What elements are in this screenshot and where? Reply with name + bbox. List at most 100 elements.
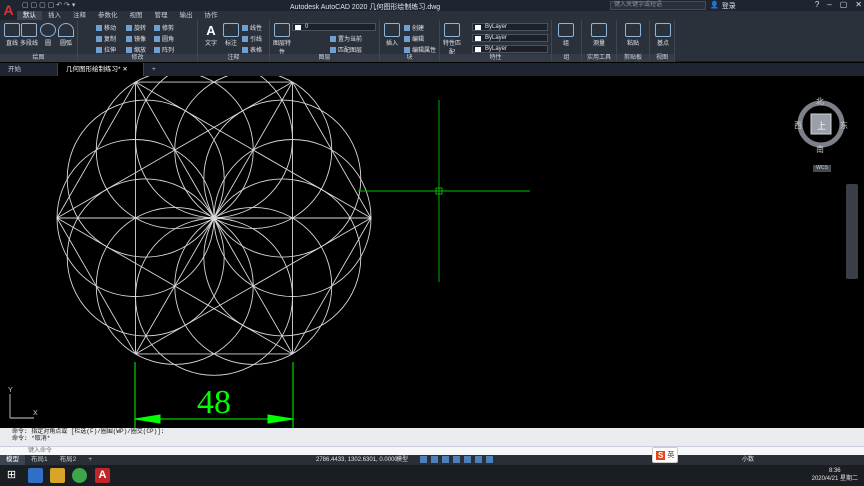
tab-model[interactable]: 模型	[0, 455, 25, 465]
wcs-menu[interactable]: WCS	[813, 165, 831, 172]
rotate-button[interactable]: 旋转	[126, 23, 146, 32]
help-icon[interactable]: ?	[815, 0, 819, 9]
groups-panel-label[interactable]: 组	[552, 54, 581, 62]
tab-view[interactable]: 视图	[124, 11, 149, 20]
ucs-y-label: Y	[8, 387, 13, 394]
tab-start[interactable]: 开始	[0, 63, 58, 76]
view-panel-label[interactable]: 视图	[650, 54, 674, 62]
table-button[interactable]: 表格	[242, 45, 262, 54]
tab-drawing[interactable]: 几何图形绘制练习* ✕	[58, 63, 144, 76]
tab-layout1[interactable]: 布局1	[25, 455, 54, 465]
autocad-taskbar-icon[interactable]: A	[95, 468, 110, 483]
block-panel-label[interactable]: 块	[380, 54, 439, 62]
create-icon	[404, 25, 410, 32]
mirror-button[interactable]: 镜像	[126, 34, 146, 43]
autocad-logo[interactable]: A	[0, 0, 17, 22]
paste-button[interactable]: 粘贴	[622, 23, 644, 47]
clipboard-panel-label[interactable]: 剪贴板	[617, 54, 649, 62]
task-view-icon[interactable]	[28, 468, 43, 483]
close-tab-icon[interactable]: ✕	[122, 66, 127, 73]
basepoint-button[interactable]: 基点	[652, 23, 674, 47]
model-space-toggle[interactable]: 模型	[396, 456, 408, 464]
edit-block-button[interactable]: 编辑	[404, 34, 424, 43]
viewcube-south[interactable]: 南	[816, 144, 824, 155]
search-input[interactable]: 键入关键字或短语	[610, 1, 706, 10]
modify-panel-label[interactable]: 修改	[78, 54, 197, 62]
snap-icon[interactable]	[431, 456, 438, 463]
set-current-button[interactable]: 置为当前	[330, 34, 362, 43]
annotation-panel-label[interactable]: 注释	[198, 54, 269, 62]
tab-collaborate[interactable]: 协作	[199, 11, 224, 20]
viewcube-west[interactable]: 西	[794, 120, 802, 131]
array-button[interactable]: 阵列	[154, 45, 174, 54]
tab-manage[interactable]: 管理	[149, 11, 174, 20]
otrack-icon[interactable]	[475, 456, 482, 463]
lineweight-dropdown[interactable]: ByLayer	[472, 45, 548, 53]
create-block-button[interactable]: 创建	[404, 23, 424, 32]
group-button[interactable]: 组	[555, 23, 577, 47]
maximize-icon[interactable]: ▢	[840, 0, 848, 9]
match-properties-button[interactable]: 特性匹配	[441, 23, 463, 56]
quick-access-toolbar[interactable]: ▢ ▢ ▢ ▢ ↶ ↷ ▾	[22, 1, 75, 9]
linear-button[interactable]: 线性	[242, 23, 262, 32]
drafting-toggles	[420, 456, 493, 463]
tab-parametric[interactable]: 参数化	[92, 11, 124, 20]
array-icon	[154, 47, 160, 54]
tab-annotate[interactable]: 注释	[67, 11, 92, 20]
windows-start-icon[interactable]: ⊞	[4, 468, 19, 483]
osnap-icon[interactable]	[464, 456, 471, 463]
ime-toolbar[interactable]: S 英	[652, 447, 679, 463]
tab-default[interactable]: 默认	[17, 11, 42, 20]
scale-button[interactable]: 缩放	[126, 45, 146, 54]
copy-button[interactable]: 复制	[96, 34, 116, 43]
grid-icon[interactable]	[420, 456, 427, 463]
title-bar: ▢ ▢ ▢ ▢ ↶ ↷ ▾ Autodesk AutoCAD 2020 几何图形…	[0, 0, 864, 11]
clock-time: 8:36	[828, 468, 841, 474]
polar-icon[interactable]	[453, 456, 460, 463]
text-button[interactable]: A 文字	[200, 23, 222, 47]
match-layer-button[interactable]: 匹配图层	[330, 45, 362, 54]
stretch-button[interactable]: 拉伸	[96, 45, 116, 54]
fillet-button[interactable]: 圆角	[154, 34, 174, 43]
ime-language[interactable]: 英	[667, 450, 674, 460]
draw-panel: 直线 多段线 圆 圆弧 绘图	[0, 20, 78, 62]
ortho-icon[interactable]	[442, 456, 449, 463]
viewcube-east[interactable]: 东	[840, 120, 848, 131]
lineweight-icon[interactable]	[486, 456, 493, 463]
utilities-panel-label[interactable]: 实用工具	[582, 54, 616, 62]
linetype-dropdown[interactable]: ByLayer	[472, 34, 548, 42]
tab-layout2[interactable]: 布局2	[54, 455, 83, 465]
arc-button[interactable]: 圆弧	[55, 23, 77, 47]
drawing-canvas[interactable]: 48 Y X	[0, 76, 864, 428]
login-button[interactable]: 👤 登录	[710, 1, 736, 11]
close-icon[interactable]: ✕	[855, 0, 862, 9]
new-tab-button[interactable]: +	[144, 63, 164, 76]
measure-button[interactable]: 测量	[588, 23, 610, 47]
add-layout-button[interactable]: +	[82, 455, 98, 465]
viewcube-top[interactable]: 上	[817, 119, 826, 132]
draw-panel-label[interactable]: 绘图	[0, 54, 77, 62]
edit-attributes-button[interactable]: 编辑属性	[404, 45, 436, 54]
viewcube[interactable]: 北 南 西 东 上	[794, 96, 848, 156]
user-icon: 👤	[710, 2, 719, 9]
units-dropdown[interactable]: 小数	[742, 456, 754, 464]
tab-insert[interactable]: 插入	[42, 11, 67, 20]
trim-button[interactable]: 修剪	[154, 23, 174, 32]
properties-panel-label[interactable]: 特性	[440, 54, 551, 62]
dimension-button[interactable]: 标注	[220, 23, 242, 47]
layers-panel-label[interactable]: 图层	[270, 54, 379, 62]
command-input[interactable]: 键入命令	[0, 446, 864, 455]
navigation-bar[interactable]	[846, 184, 858, 279]
layer-dropdown[interactable]: 0	[292, 23, 376, 31]
tab-output[interactable]: 输出	[174, 11, 199, 20]
chrome-icon[interactable]	[72, 468, 87, 483]
color-dropdown[interactable]: ByLayer	[472, 23, 548, 31]
viewcube-north[interactable]: 北	[816, 96, 824, 107]
insert-button[interactable]: 插入	[381, 23, 403, 47]
minimize-icon[interactable]: –	[827, 0, 831, 9]
file-explorer-icon[interactable]	[50, 468, 65, 483]
leader-button[interactable]: 引线	[242, 34, 262, 43]
layer-properties-button[interactable]: 图层特性	[271, 23, 293, 56]
move-button[interactable]: 移动	[96, 23, 116, 32]
modify-panel: 移动 旋转 修剪 复制 镜像 圆角 拉伸 缩放 阵列 修改	[78, 20, 198, 62]
